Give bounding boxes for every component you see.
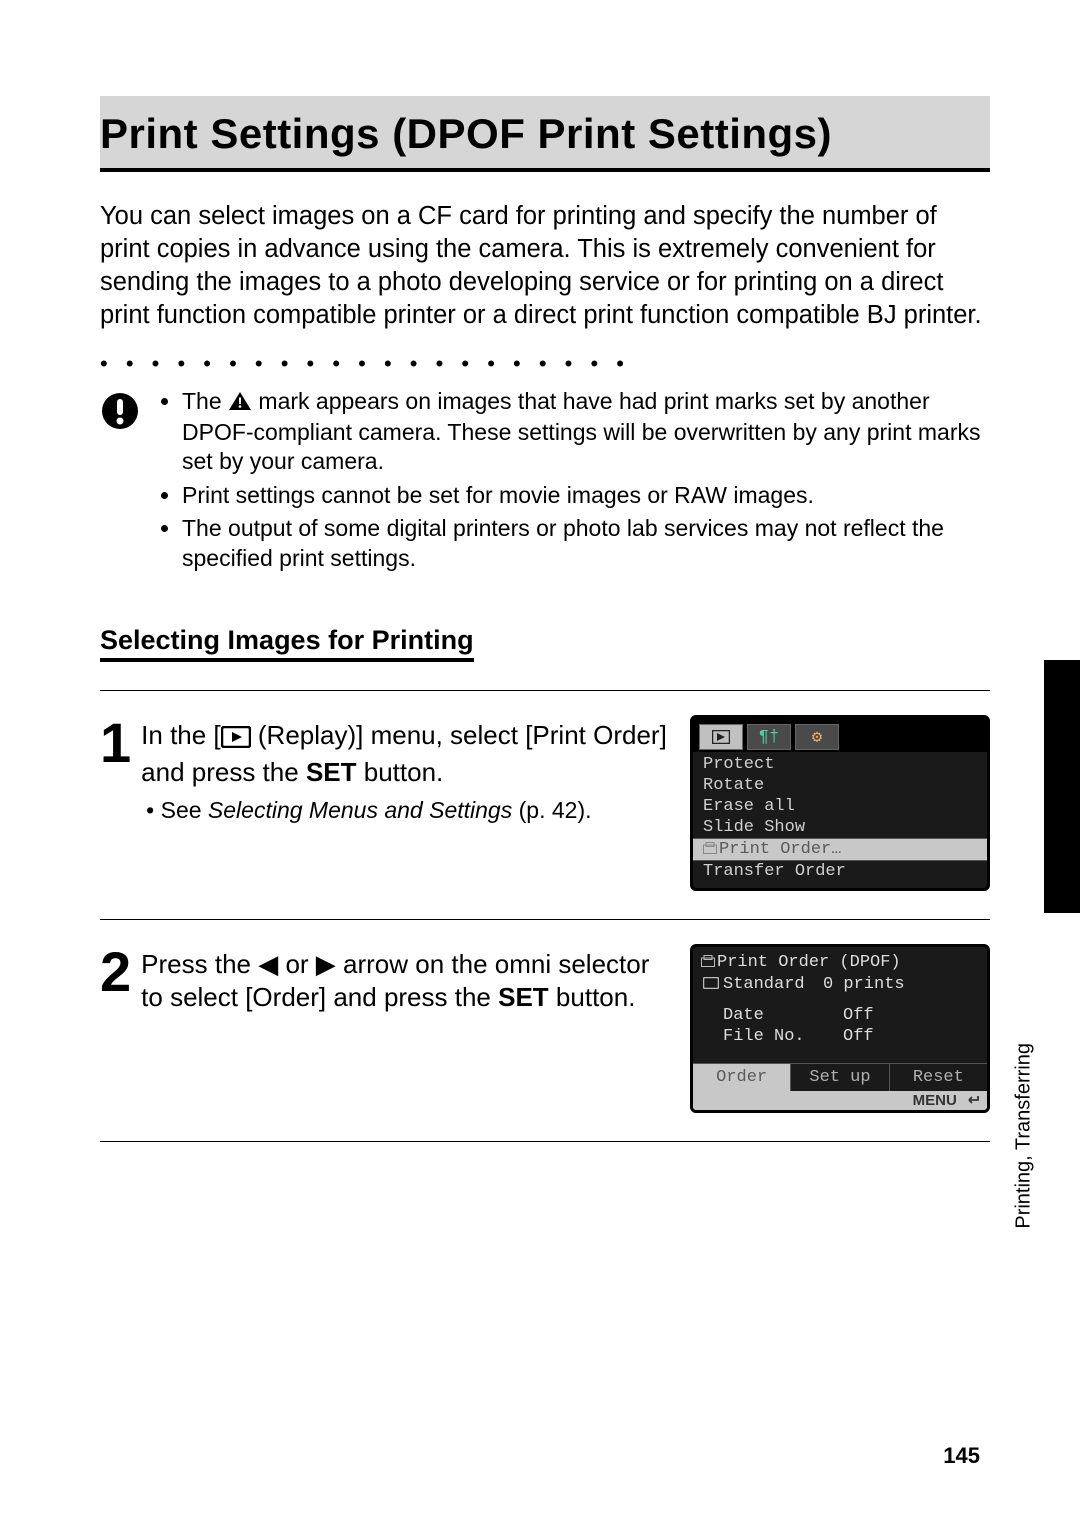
screenshot-replay-menu: ¶† ⚙ ProtectRotateErase allSlide ShowPri… [690, 715, 990, 891]
screenshot-print-order: Print Order (DPOF) Standard 0 prints Dat… [690, 944, 990, 1113]
replay-menu-item: Protect [703, 754, 979, 775]
replay-menu-item: Erase all [703, 796, 979, 817]
replay-menu-item: Transfer Order [703, 861, 979, 882]
right-arrow-icon: ▶ [316, 949, 336, 979]
step-1-subtext: • See Selecting Menus and Settings (p. 4… [141, 796, 670, 825]
setup-tab-icon: ¶† [747, 724, 791, 750]
step-1-number: 1 [100, 715, 131, 766]
left-arrow-icon: ◀ [258, 949, 278, 979]
caution-item-2: Print settings cannot be set for movie i… [182, 481, 990, 510]
caution-icon [100, 387, 140, 436]
print-order-button: Set up [791, 1064, 889, 1091]
print-order-button: Reset [890, 1064, 987, 1091]
mycamera-tab-icon: ⚙ [795, 724, 839, 750]
step-1: 1 In the [ (Replay)] menu, select [Print… [100, 691, 990, 920]
print-order-button: Order [693, 1064, 791, 1091]
print-order-header-icon [701, 953, 717, 972]
side-tab-marker [1044, 660, 1080, 913]
card-icon [703, 975, 723, 994]
intro-paragraph: You can select images on a CF card for p… [100, 200, 990, 333]
separator-dots: • • • • • • • • • • • • • • • • • • • • … [100, 351, 990, 377]
page-number: 145 [943, 1443, 980, 1469]
side-section-label: Printing, Transferring [1013, 1043, 1036, 1229]
caution-item-3: The output of some digital printers or p… [182, 514, 990, 573]
replay-menu-item: Slide Show [703, 817, 979, 838]
step-2-number: 2 [100, 944, 131, 995]
step-2: 2 Press the ◀ or ▶ arrow on the omni sel… [100, 920, 990, 1142]
menu-return-icon [961, 1092, 979, 1109]
subheading: Selecting Images for Printing [100, 625, 474, 662]
menu-bar-label: MENU [913, 1092, 957, 1109]
page-title: Print Settings (DPOF Print Settings) [100, 106, 990, 168]
replay-menu-item: Rotate [703, 775, 979, 796]
caution-item-1: The mark appears on images that have had… [182, 387, 990, 477]
warning-triangle-icon [228, 389, 252, 418]
replay-menu-item: Print Order… [693, 838, 987, 861]
print-order-item-icon [703, 840, 719, 859]
replay-tab-icon [699, 724, 743, 750]
replay-icon [221, 723, 251, 756]
caution-list: The mark appears on images that have had… [156, 387, 990, 578]
page-title-block: Print Settings (DPOF Print Settings) [100, 96, 990, 172]
